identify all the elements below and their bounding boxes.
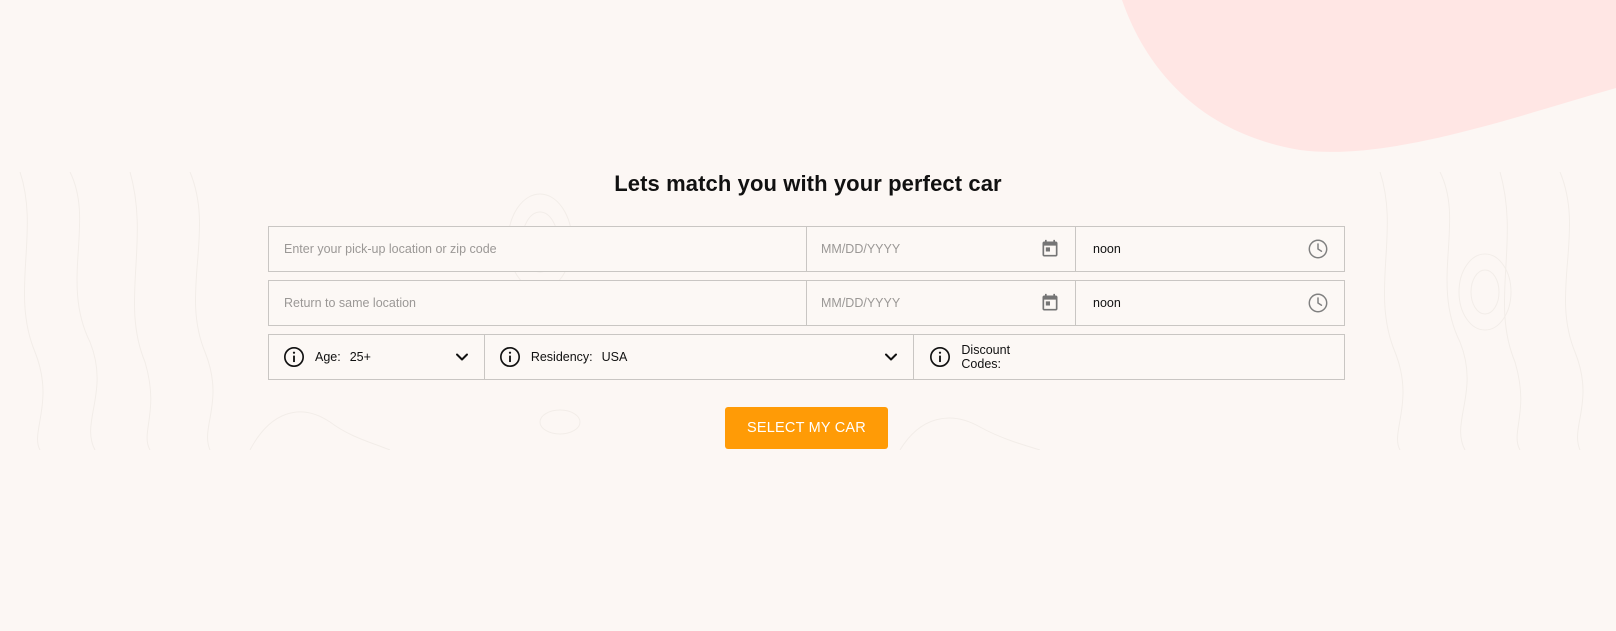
pickup-location-placeholder: Enter your pick-up location or zip code	[284, 242, 497, 256]
info-icon[interactable]	[499, 346, 521, 368]
pickup-date-field[interactable]: MM/DD/YYYY	[806, 226, 1076, 272]
select-my-car-button[interactable]: SELECT MY CAR	[725, 407, 888, 449]
return-time-field[interactable]: noon	[1075, 280, 1345, 326]
age-select[interactable]: Age: 25+	[268, 334, 485, 380]
residency-value: USA	[601, 350, 628, 364]
chevron-down-icon[interactable]	[883, 349, 899, 365]
return-date-field[interactable]: MM/DD/YYYY	[806, 280, 1076, 326]
pickup-row: Enter your pick-up location or zip code …	[268, 226, 1345, 272]
info-icon[interactable]	[929, 346, 951, 368]
pickup-location-field[interactable]: Enter your pick-up location or zip code	[268, 226, 807, 272]
info-icon[interactable]	[283, 346, 305, 368]
return-time-value: noon	[1093, 296, 1121, 310]
return-row: Return to same location MM/DD/YYYY noon	[268, 280, 1345, 326]
age-label: Age:	[315, 350, 341, 364]
pickup-time-value: noon	[1093, 242, 1121, 256]
options-row: Age: 25+ Residency: USA Discount Codes:	[268, 334, 1345, 380]
pickup-time-field[interactable]: noon	[1075, 226, 1345, 272]
clock-icon[interactable]	[1307, 292, 1329, 314]
return-location-placeholder: Return to same location	[284, 296, 417, 310]
age-value: 25+	[349, 350, 371, 364]
return-location-field[interactable]: Return to same location	[268, 280, 807, 326]
calendar-icon[interactable]	[1040, 239, 1060, 259]
discount-codes-field[interactable]: Discount Codes:	[913, 334, 1345, 380]
residency-select[interactable]: Residency: USA	[483, 334, 915, 380]
discount-codes-label: Discount Codes:	[961, 343, 1011, 371]
return-date-placeholder: MM/DD/YYYY	[821, 296, 901, 310]
residency-label: Residency:	[530, 350, 593, 364]
calendar-icon[interactable]	[1040, 293, 1060, 313]
clock-icon[interactable]	[1307, 238, 1329, 260]
chevron-down-icon[interactable]	[454, 349, 470, 365]
pickup-date-placeholder: MM/DD/YYYY	[821, 242, 901, 256]
search-form: Enter your pick-up location or zip code …	[268, 226, 1345, 388]
page-title: Lets match you with your perfect car	[614, 171, 1002, 196]
